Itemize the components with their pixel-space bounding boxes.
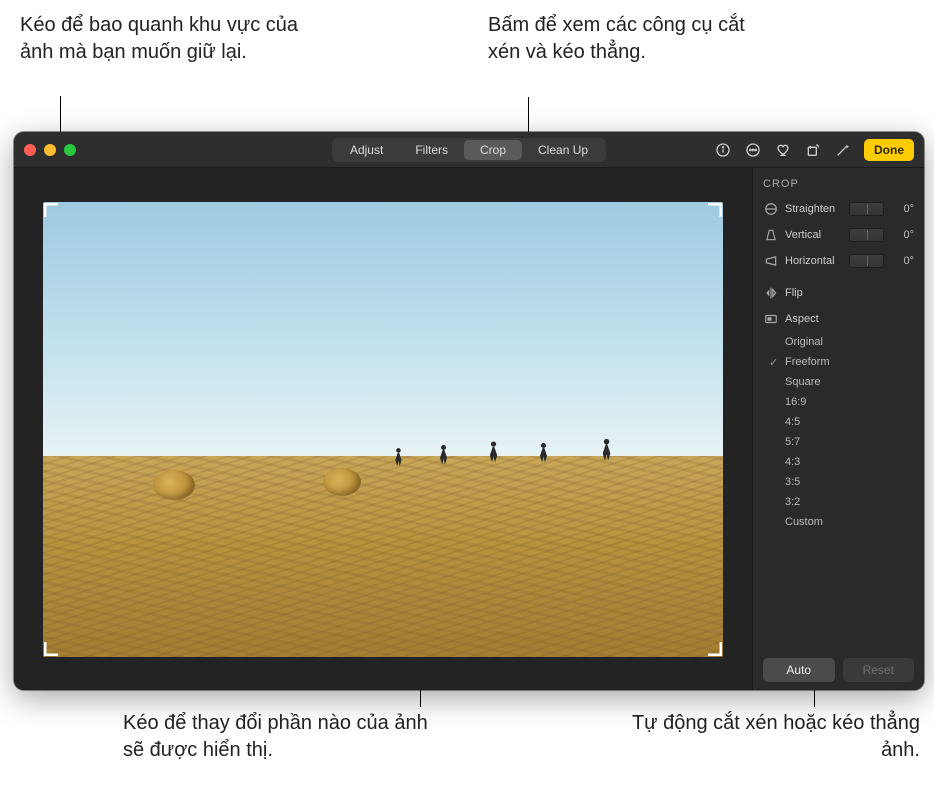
flip-icon <box>763 285 779 301</box>
vertical-row[interactable]: Vertical 0° <box>763 224 914 246</box>
vertical-label: Vertical <box>785 229 843 241</box>
zoom-window-icon[interactable] <box>64 144 76 156</box>
toolbar-right: Done <box>714 139 914 161</box>
window-controls <box>24 144 76 156</box>
info-icon[interactable] <box>714 141 732 159</box>
tab-filters[interactable]: Filters <box>399 140 464 160</box>
flip-label: Flip <box>785 287 803 299</box>
aspect-custom[interactable]: Custom <box>763 512 914 532</box>
aspect-square[interactable]: Square <box>763 372 914 392</box>
enhance-icon[interactable] <box>834 141 852 159</box>
editor-body: CROP Straighten 0° Vertical 0° <box>14 168 924 690</box>
aspect-5-7[interactable]: 5:7 <box>763 432 914 452</box>
rotate-icon[interactable] <box>804 141 822 159</box>
callout-top-left: Kéo để bao quanh khu vực của ảnh mà bạn … <box>20 12 320 66</box>
horizontal-row[interactable]: Horizontal 0° <box>763 250 914 272</box>
aspect-4-5[interactable]: 4:5 <box>763 412 914 432</box>
aspect-freeform[interactable]: Freeform <box>763 352 914 372</box>
aspect-row[interactable]: Aspect <box>763 308 914 330</box>
horizontal-value: 0° <box>890 255 914 267</box>
runner <box>488 441 499 464</box>
aspect-16-9[interactable]: 16:9 <box>763 392 914 412</box>
runner <box>394 448 403 468</box>
hay-bale <box>323 468 361 496</box>
auto-button[interactable]: Auto <box>763 658 835 682</box>
aspect-3-5[interactable]: 3:5 <box>763 472 914 492</box>
hay-bale <box>153 470 195 500</box>
horizontal-perspective-icon <box>763 253 779 269</box>
runner <box>438 445 448 467</box>
aspect-icon <box>763 311 779 327</box>
callout-bottom-right: Tự động cắt xén hoặc kéo thẳng ảnh. <box>630 710 920 764</box>
straighten-slider[interactable] <box>849 202 884 216</box>
close-window-icon[interactable] <box>24 144 36 156</box>
callout-bottom-left: Kéo để thay đổi phần nào của ảnh sẽ được… <box>123 710 443 764</box>
tab-cleanup[interactable]: Clean Up <box>522 140 604 160</box>
tab-adjust[interactable]: Adjust <box>334 140 399 160</box>
horizontal-slider[interactable] <box>849 254 884 268</box>
photo-ground <box>43 456 723 656</box>
done-button[interactable]: Done <box>864 139 914 161</box>
sidebar-footer: Auto Reset <box>763 658 914 682</box>
titlebar: Adjust Filters Crop Clean Up Done <box>14 132 924 168</box>
flip-row[interactable]: Flip <box>763 282 914 304</box>
aspect-label: Aspect <box>785 313 819 325</box>
aspect-3-2[interactable]: 3:2 <box>763 492 914 512</box>
runner <box>538 443 548 465</box>
aspect-4-3[interactable]: 4:3 <box>763 452 914 472</box>
straighten-icon <box>763 201 779 217</box>
vertical-value: 0° <box>890 229 914 241</box>
tab-crop[interactable]: Crop <box>464 140 522 160</box>
callout-top-right: Bấm để xem các công cụ cắt xén và kéo th… <box>488 12 748 66</box>
runner <box>601 438 612 462</box>
crop-sidebar: CROP Straighten 0° Vertical 0° <box>752 168 924 690</box>
reset-button[interactable]: Reset <box>843 658 915 682</box>
canvas-area <box>14 168 752 690</box>
favorite-icon[interactable] <box>774 141 792 159</box>
edit-mode-tabs: Adjust Filters Crop Clean Up <box>332 138 606 162</box>
sidebar-title: CROP <box>763 178 914 190</box>
horizontal-label: Horizontal <box>785 255 843 267</box>
vertical-perspective-icon <box>763 227 779 243</box>
straighten-row[interactable]: Straighten 0° <box>763 198 914 220</box>
straighten-value: 0° <box>890 203 914 215</box>
straighten-label: Straighten <box>785 203 843 215</box>
aspect-list: Original Freeform Square 16:9 4:5 5:7 4:… <box>763 332 914 532</box>
photos-crop-window: Adjust Filters Crop Clean Up Done <box>14 132 924 690</box>
vertical-slider[interactable] <box>849 228 884 242</box>
photo-crop-frame[interactable] <box>43 202 723 657</box>
aspect-original[interactable]: Original <box>763 332 914 352</box>
more-icon[interactable] <box>744 141 762 159</box>
minimize-window-icon[interactable] <box>44 144 56 156</box>
